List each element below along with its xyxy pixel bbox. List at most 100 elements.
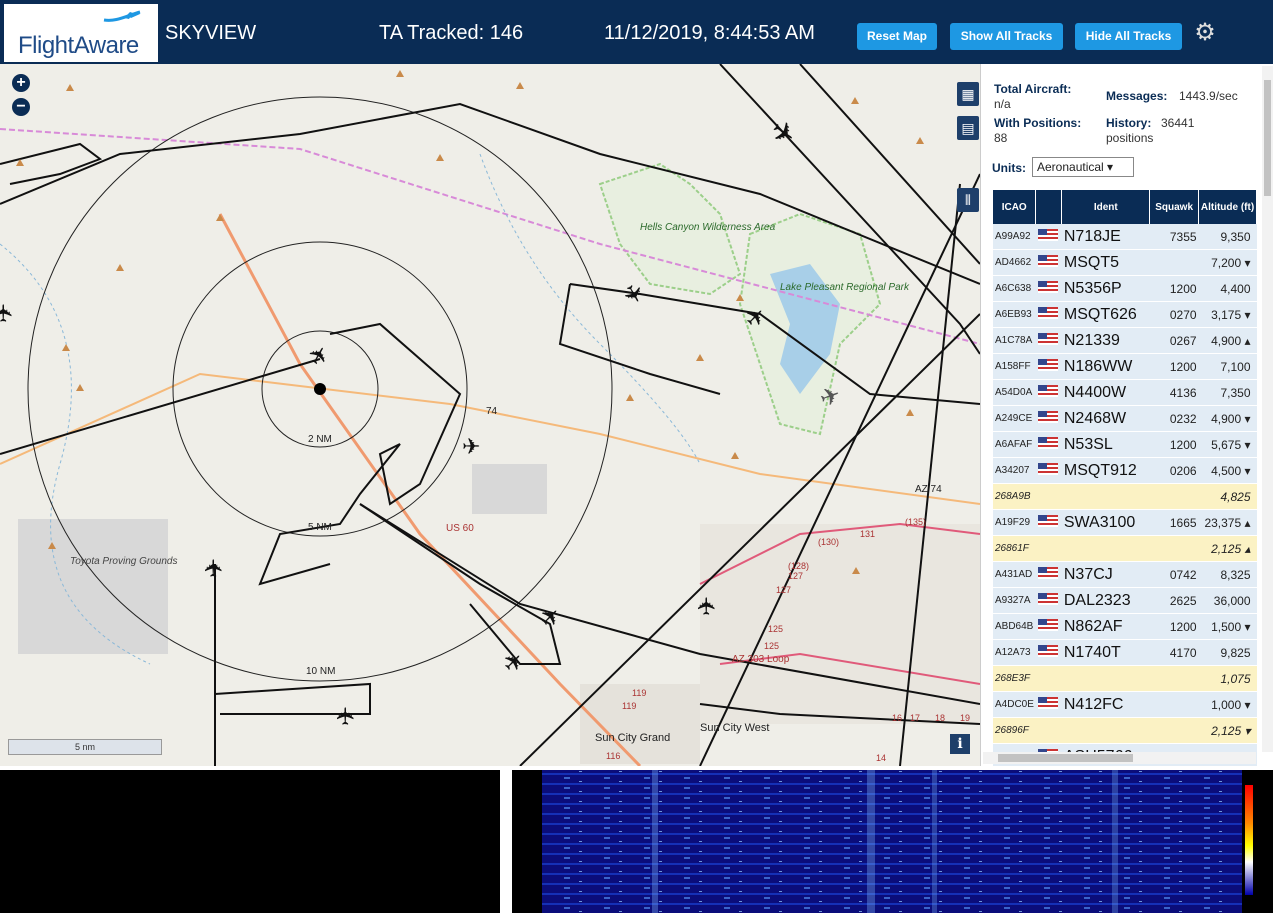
table-row[interactable]: A54D0A N4400W 4136 7,350 <box>993 379 1257 406</box>
messages-value: 1443.9/sec <box>1179 89 1238 103</box>
table-row[interactable]: A34207 MSQT912 0206 4,500 ▾ <box>993 457 1257 484</box>
icao-cell: 268A9B <box>993 483 1036 510</box>
place-label: Sun City Grand <box>595 732 670 744</box>
aircraft-icon[interactable]: ✈ <box>0 303 18 323</box>
table-row[interactable]: 268A9B 4,825 <box>993 483 1257 510</box>
road-label: US 60 <box>446 523 474 534</box>
table-row[interactable]: A6C638 N5356P 1200 4,400 <box>993 275 1257 302</box>
flag-cell <box>1035 379 1062 406</box>
squawk-cell: 0270 <box>1149 301 1199 328</box>
col-icao[interactable]: ICAO <box>993 190 1037 224</box>
col-flag[interactable] <box>1035 190 1063 224</box>
aircraft-icon[interactable]: ✈ <box>462 434 480 459</box>
table-row[interactable]: A4DC0E N412FC 1,000 ▾ <box>993 691 1257 718</box>
aircraft-icon[interactable]: ✈ <box>497 646 530 679</box>
icao-cell: 26861F <box>993 535 1036 562</box>
map-view[interactable]: ✈ ✈ ✈ ✈ ✈ ✈ ✈ ✈ ✈ ✈ ✈ ✈ 2 NM 5 NM 10 NM … <box>0 64 980 766</box>
table-row[interactable]: A249CE N2468W 0232 4,900 ▾ <box>993 405 1257 432</box>
us-flag-icon <box>1037 384 1058 397</box>
table-header: ICAO Ident Squawk Altitude (ft) <box>993 190 1257 224</box>
flag-cell <box>1035 561 1062 588</box>
altitude-cell: 4,825 <box>1198 483 1257 510</box>
ident-cell <box>1061 483 1150 510</box>
road-label: AZ 74 <box>915 484 942 495</box>
squawk-cell: 7355 <box>1149 224 1199 250</box>
table-row[interactable]: A6EB93 MSQT626 0270 3,175 ▾ <box>993 301 1257 328</box>
messages-label: Messages: <box>1106 89 1168 103</box>
col-altitude[interactable]: Altitude (ft) <box>1198 190 1257 224</box>
flag-cell <box>1035 691 1062 718</box>
flightaware-logo[interactable]: FlightAware <box>4 4 158 62</box>
road-label: 125 <box>764 641 779 651</box>
table-row[interactable]: A431AD N37CJ 0742 8,325 <box>993 561 1257 588</box>
table-row[interactable]: 26861F 2,125 ▴ <box>993 535 1257 562</box>
ident-cell <box>1061 535 1150 562</box>
aircraft-icon[interactable]: ✈ <box>616 279 649 310</box>
receiver-location <box>314 383 326 395</box>
header-bar: FlightAware SKYVIEW TA Tracked: 146 11/1… <box>0 0 1273 64</box>
flag-cell <box>1035 224 1062 250</box>
flag-cell <box>1035 613 1062 640</box>
zoom-in-button[interactable]: + <box>12 74 30 92</box>
road-label: 74 <box>486 406 498 417</box>
zoom-out-button[interactable]: − <box>12 98 30 116</box>
ring-label: 2 NM <box>308 434 332 445</box>
road-label: (135) <box>905 517 926 527</box>
table-row[interactable]: A19F29 SWA3100 1665 23,375 ▴ <box>993 509 1257 536</box>
aircraft-icon[interactable]: ✈ <box>201 558 228 578</box>
flag-cell <box>1035 249 1062 276</box>
altitude-cell: 23,375 ▴ <box>1198 509 1257 536</box>
ident-cell: MSQT626 <box>1061 301 1150 328</box>
us-flag-icon <box>1037 644 1058 657</box>
table-row[interactable]: A1C78A N21339 0267 4,900 ▴ <box>993 327 1257 354</box>
hide-all-tracks-button[interactable]: Hide All Tracks <box>1075 23 1182 50</box>
map-layers-icon[interactable]: ▦ <box>957 82 979 106</box>
table-row[interactable]: A99A92 N718JE 7355 9,350 <box>993 224 1257 250</box>
altitude-cell: 4,400 <box>1198 275 1257 302</box>
aircraft-icon[interactable]: ✈ <box>303 340 336 371</box>
table-row[interactable]: AD4662 MSQT5 7,200 ▾ <box>993 249 1257 276</box>
reset-map-button[interactable]: Reset Map <box>857 23 937 50</box>
table-row[interactable]: 26896F 2,125 ▾ <box>993 717 1257 744</box>
info-icon[interactable]: i <box>950 734 970 754</box>
table-row[interactable]: ABD64B N862AF 1200 1,500 ▾ <box>993 613 1257 640</box>
aircraft-icon[interactable]: ✈ <box>333 706 360 726</box>
table-hscroll-thumb[interactable] <box>998 754 1133 762</box>
ident-cell: N21339 <box>1061 327 1150 354</box>
squawk-cell: 1200 <box>1149 275 1199 302</box>
aircraft-icon[interactable]: ✈ <box>534 601 567 634</box>
us-flag-icon <box>1037 462 1058 475</box>
squawk-cell: 1200 <box>1149 353 1199 380</box>
table-row[interactable]: 268E3F 1,075 <box>993 665 1257 692</box>
gear-icon[interactable]: ⚙ <box>1192 20 1218 46</box>
road-label: 119 <box>622 701 636 711</box>
us-flag-icon <box>1037 592 1058 605</box>
col-ident[interactable]: Ident <box>1061 190 1151 224</box>
icao-cell: A54D0A <box>993 379 1036 406</box>
units-select[interactable]: Aeronautical ▾ <box>1032 157 1134 177</box>
flight-track <box>0 358 321 455</box>
us-60-road <box>218 213 642 766</box>
grid-icon[interactable]: ▤ <box>957 116 979 140</box>
table-row[interactable]: A158FF N186WW 1200 7,100 <box>993 353 1257 380</box>
flag-cell <box>1035 405 1062 432</box>
panel-scroll-thumb[interactable] <box>1264 80 1271 196</box>
icao-cell: A249CE <box>993 405 1036 432</box>
table-row[interactable]: A12A73 N1740T 4170 9,825 <box>993 639 1257 666</box>
table-row[interactable]: A9327A DAL2323 2625 36,000 <box>993 587 1257 614</box>
show-all-tracks-button[interactable]: Show All Tracks <box>950 23 1063 50</box>
altitude-cell: 9,350 <box>1198 224 1257 250</box>
map-canvas[interactable]: ✈ ✈ ✈ ✈ ✈ ✈ ✈ ✈ ✈ ✈ ✈ ✈ 2 NM 5 NM 10 NM … <box>0 64 980 766</box>
altitude-cell: 2,125 ▾ <box>1198 717 1257 744</box>
col-squawk[interactable]: Squawk <box>1149 190 1200 224</box>
table-row[interactable]: A6AFAF N53SL 1200 5,675 ▾ <box>993 431 1257 458</box>
us-flag-icon <box>1037 228 1058 241</box>
road-label: 14 <box>876 753 886 763</box>
columns-icon[interactable]: ⫴ <box>957 188 979 212</box>
ident-cell: N718JE <box>1061 224 1150 250</box>
with-positions-value: 88 <box>994 131 1008 145</box>
aircraft-icon[interactable]: ✈ <box>694 596 721 616</box>
us-flag-icon <box>1037 254 1058 267</box>
ident-cell: SWA3100 <box>1061 509 1150 536</box>
ring-label: 5 NM <box>308 522 332 533</box>
